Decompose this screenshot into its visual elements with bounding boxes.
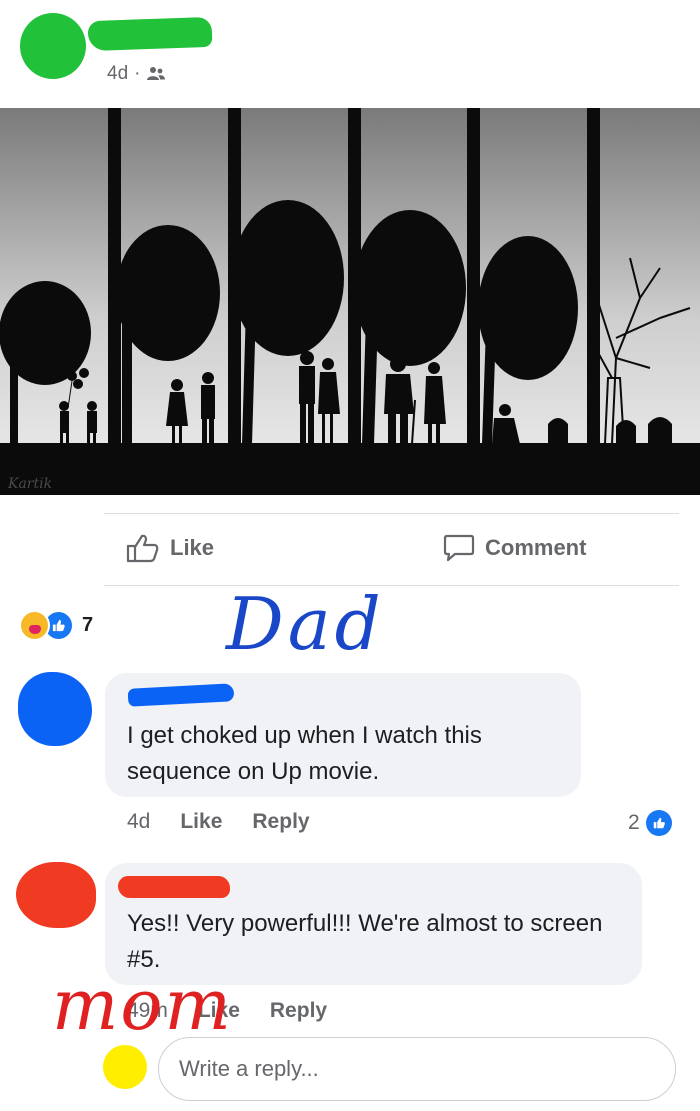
post-time[interactable]: 4d: [107, 63, 128, 85]
post-meta: 4d ·: [107, 63, 166, 85]
divider-bottom: [104, 585, 679, 586]
comment-like-count[interactable]: 2: [628, 810, 672, 836]
meta-separator: ·: [134, 63, 141, 84]
reply-input[interactable]: [158, 1037, 676, 1101]
reaction-count: 7: [82, 614, 94, 636]
post-image[interactable]: Kartik: [0, 108, 700, 495]
dad-annotation: Dad: [226, 582, 385, 666]
author-name-redaction: [87, 16, 213, 52]
reply-author-avatar[interactable]: [16, 862, 96, 928]
comment-label: Comment: [485, 535, 587, 560]
panel-2: [116, 225, 220, 444]
comment-like-button[interactable]: Like: [180, 810, 222, 834]
friends-icon[interactable]: [146, 66, 166, 82]
image-signature: Kartik: [7, 476, 52, 492]
reply-reply-button[interactable]: Reply: [270, 999, 327, 1023]
comment-actions: 4d Like Reply: [127, 810, 310, 834]
like-reaction-icon: [645, 810, 672, 836]
reactions-summary[interactable]: 7: [19, 610, 93, 641]
like-label: Like: [170, 535, 215, 560]
like-button[interactable]: Like: [126, 533, 214, 563]
comment-text: I get choked up when I watch this sequen…: [127, 722, 482, 785]
reply-author-name-redaction: [118, 876, 230, 898]
thumbs-up-icon: [126, 533, 160, 563]
divider-top: [104, 513, 679, 514]
comment-time[interactable]: 4d: [127, 810, 150, 834]
comment-button[interactable]: Comment: [443, 533, 586, 563]
comment-icon: [443, 533, 475, 563]
comment-reply-button[interactable]: Reply: [252, 810, 309, 834]
author-avatar[interactable]: [20, 13, 86, 79]
mom-annotation: mom: [52, 964, 233, 1046]
care-reaction-icon: [19, 610, 50, 641]
comment-like-count-value: 2: [628, 811, 640, 834]
commenter-avatar[interactable]: [18, 672, 92, 746]
current-user-avatar: [103, 1045, 147, 1089]
